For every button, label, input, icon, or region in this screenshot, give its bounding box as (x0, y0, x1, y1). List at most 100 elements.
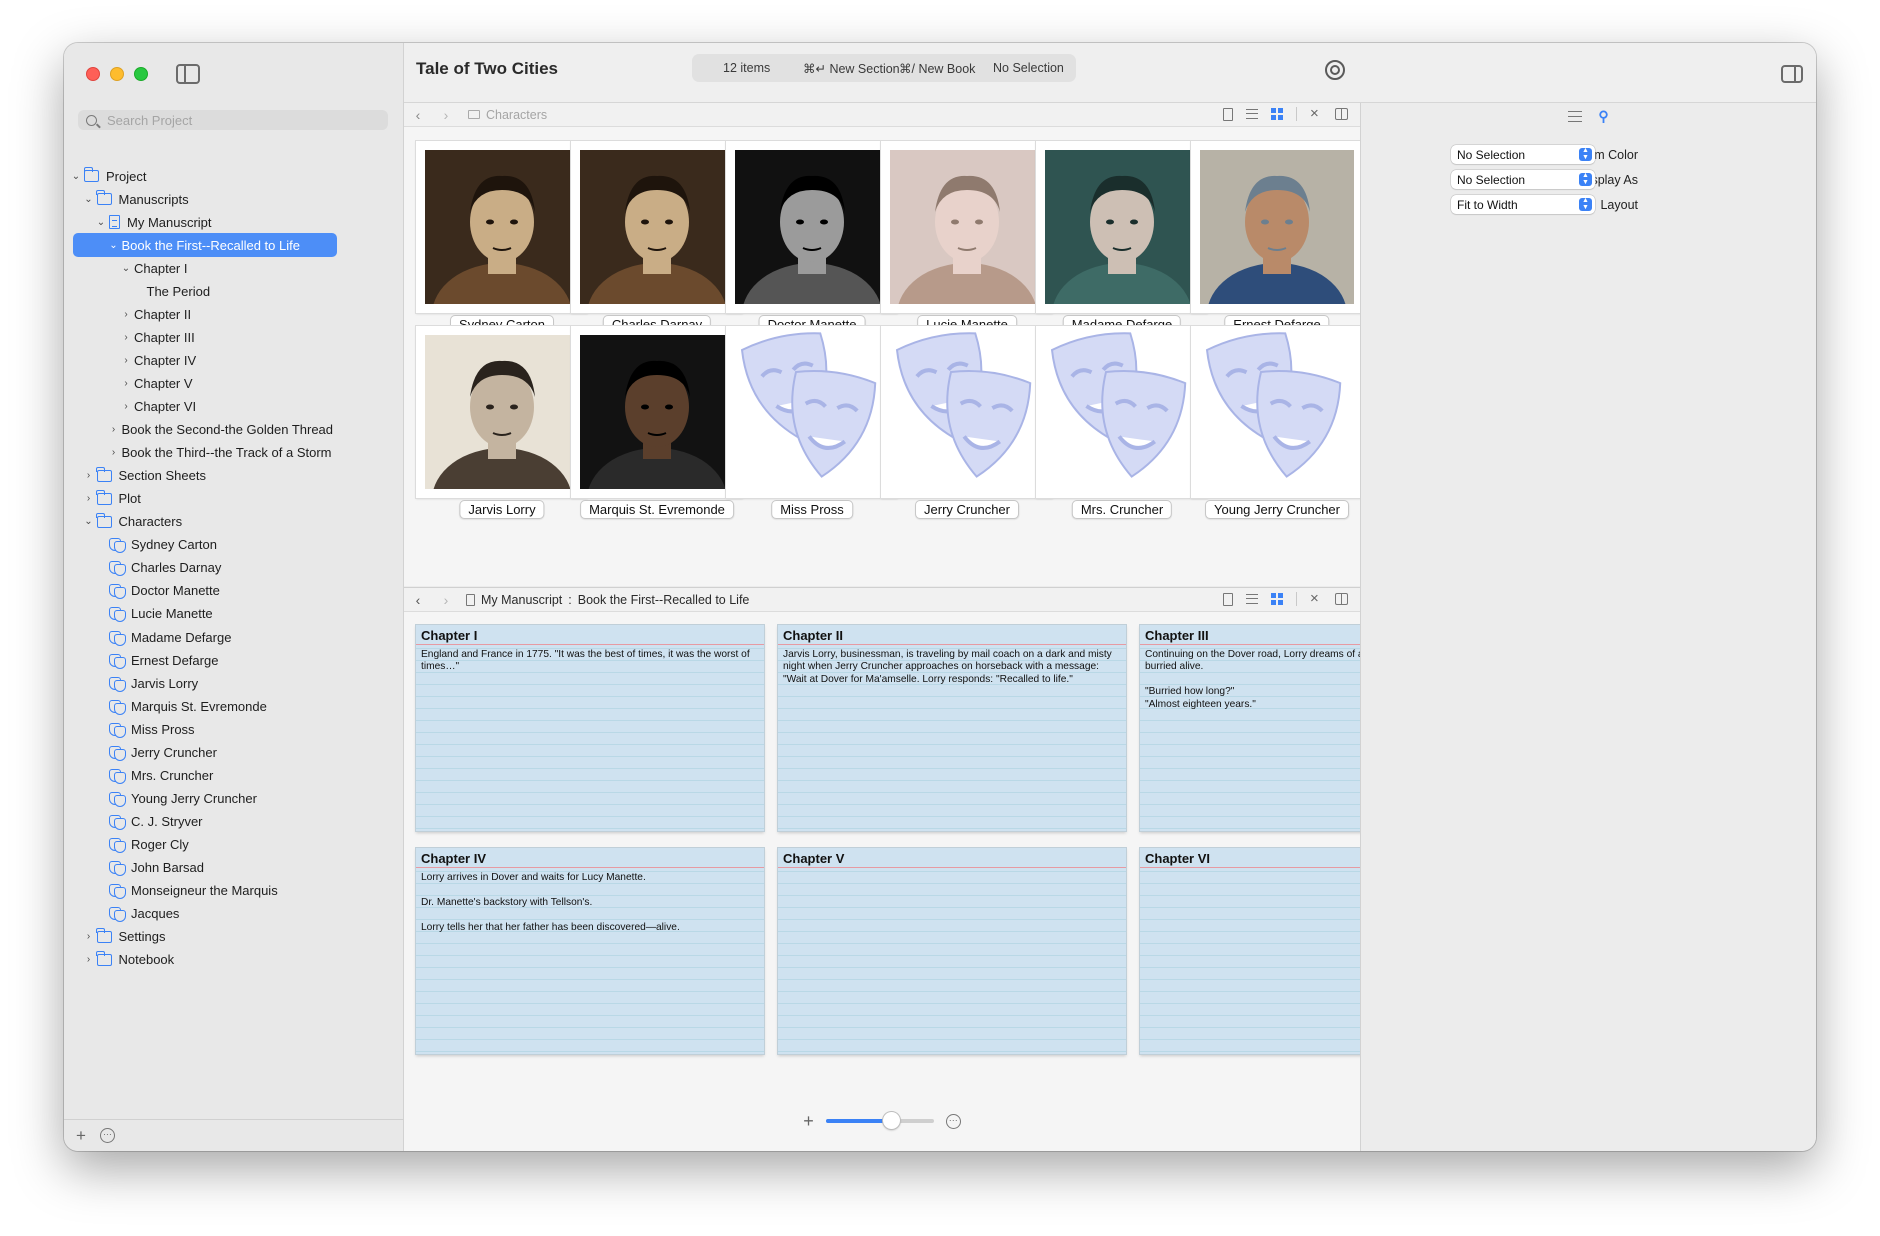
binder-item[interactable]: Young Jerry Cruncher (95, 786, 257, 810)
binder-item[interactable]: › Chapter V (120, 371, 192, 395)
inspector-toggle-icon[interactable] (1781, 65, 1803, 83)
item-color-select[interactable]: No Selection ▲ ▼ (1451, 145, 1595, 164)
layout-select[interactable]: Fit to Width ▲ ▼ (1451, 195, 1595, 214)
zoom-window-button[interactable] (134, 67, 148, 81)
new-section-shortcut[interactable]: ⌘↵ New Section (803, 61, 900, 76)
binder-item[interactable]: Jarvis Lorry (95, 671, 198, 695)
binder-item[interactable]: ⌄ My Manuscript (95, 210, 212, 234)
chevron-down-icon[interactable]: ⌄ (108, 240, 120, 251)
more-options-icon[interactable]: ··· (99, 1128, 115, 1143)
binder-item[interactable]: Madame Defarge (95, 625, 231, 649)
outline-view-icon[interactable] (1246, 594, 1258, 604)
sidebar-toggle-icon[interactable] (176, 64, 200, 84)
binder-item[interactable]: ⌄ Project (70, 164, 146, 188)
card-size-slider[interactable] (825, 1112, 934, 1129)
breadcrumb[interactable]: Characters (486, 108, 547, 122)
character-card[interactable]: Ernest Defarge (1191, 141, 1363, 367)
chevron-right-icon[interactable]: › (83, 954, 95, 965)
character-card[interactable]: Madame Defarge (1036, 141, 1208, 367)
chevron-right-icon[interactable]: › (108, 447, 120, 458)
breadcrumb-current[interactable]: Book the First--Recalled to Life (578, 593, 750, 607)
character-card[interactable]: Lucie Manette (881, 141, 1053, 367)
character-card[interactable]: Miss Pross (726, 326, 898, 519)
chevron-right-icon[interactable]: › (120, 309, 132, 320)
binder-item[interactable]: Lucie Manette (95, 602, 213, 626)
binder-item[interactable]: ⌄ Chapter I (120, 256, 188, 280)
settings-sliders-icon[interactable] (1568, 110, 1583, 122)
chevron-right-icon[interactable]: › (120, 332, 132, 343)
binder-item[interactable]: › Settings (83, 925, 165, 949)
character-card[interactable]: Doctor Manette (726, 141, 898, 367)
binder-item[interactable]: Jerry Cruncher (95, 740, 217, 764)
split-pane-icon[interactable] (1335, 593, 1348, 605)
slider-knob[interactable] (882, 1112, 900, 1129)
binder-item[interactable]: › Chapter IV (120, 348, 196, 372)
binder-item[interactable]: Charles Darnay (95, 556, 221, 580)
binder-item[interactable]: Miss Pross (95, 717, 195, 741)
breadcrumb-parent[interactable]: My Manuscript (481, 593, 562, 607)
chevron-right-icon[interactable]: › (83, 931, 95, 942)
back-icon[interactable]: ‹ (404, 107, 432, 123)
binder-item[interactable]: Marquis St. Evremonde (95, 694, 267, 718)
character-card[interactable]: Jarvis Lorry (416, 326, 588, 552)
binder-item[interactable]: The Period (133, 279, 211, 303)
corkboard-view-icon[interactable] (1271, 108, 1283, 120)
split-pane-icon[interactable] (1335, 108, 1348, 120)
binder-item[interactable]: › Plot (83, 487, 141, 511)
character-card[interactable]: Mrs. Cruncher (1036, 326, 1208, 519)
back-icon[interactable]: ‹ (404, 592, 432, 608)
chevron-down-icon[interactable]: ⌄ (120, 263, 132, 274)
chevron-right-icon[interactable]: › (120, 378, 132, 389)
binder-item[interactable]: ⌄ Book the First--Recalled to Life (73, 233, 337, 258)
close-window-button[interactable] (86, 67, 100, 81)
binder-item[interactable]: ⌄ Characters (83, 510, 182, 534)
more-options-icon[interactable]: ··· (945, 1113, 961, 1129)
pin-icon[interactable]: ⚲ (1598, 108, 1608, 125)
add-card-icon[interactable]: + (803, 1111, 814, 1132)
index-card[interactable]: Chapter IV Lorry arrives in Dover and wai… (416, 848, 764, 1054)
binder-item[interactable]: Monseigneur the Marquis (95, 879, 278, 903)
binder-item[interactable]: John Barsad (95, 856, 204, 880)
chevron-down-icon[interactable]: ⌄ (70, 171, 82, 182)
outline-view-icon[interactable] (1246, 109, 1258, 119)
project-targets-icon[interactable] (1325, 60, 1345, 80)
character-card[interactable]: Jerry Cruncher (881, 326, 1053, 519)
index-card[interactable]: Chapter I England and France in 1775. "It… (416, 625, 764, 831)
binder-item[interactable]: Mrs. Cruncher (95, 763, 213, 787)
chevron-right-icon[interactable]: › (83, 493, 95, 504)
minimize-window-button[interactable] (110, 67, 124, 81)
index-card[interactable]: Chapter V (778, 848, 1126, 1054)
document-view-icon[interactable] (1223, 107, 1233, 121)
character-card[interactable]: Sydney Carton (416, 141, 588, 367)
close-pane-icon[interactable]: × (1310, 591, 1322, 606)
display-as-select[interactable]: No Selection ▲ ▼ (1451, 170, 1595, 189)
binder-item[interactable]: ⌄ Manuscripts (83, 187, 189, 211)
chevron-down-icon[interactable]: ⌄ (95, 217, 107, 228)
binder-item[interactable]: Roger Cly (95, 832, 189, 856)
forward-icon[interactable]: › (432, 107, 460, 123)
chevron-down-icon[interactable]: ⌄ (83, 516, 95, 527)
index-card[interactable]: Chapter II Jarvis Lorry, businessman, is … (778, 625, 1126, 831)
binder-item[interactable]: Sydney Carton (95, 533, 217, 557)
binder-item[interactable]: Jacques (95, 902, 179, 926)
chevron-right-icon[interactable]: › (108, 424, 120, 435)
add-item-icon[interactable]: + (76, 1126, 86, 1146)
binder-item[interactable]: › Chapter II (120, 302, 191, 326)
search-input[interactable]: Search Project (78, 110, 388, 130)
forward-icon[interactable]: › (432, 592, 460, 608)
chevron-right-icon[interactable]: › (120, 355, 132, 366)
new-book-shortcut[interactable]: ⌘/ New Book (899, 61, 975, 76)
character-card[interactable]: Marquis St. Evremonde (571, 326, 743, 552)
close-pane-icon[interactable]: × (1310, 106, 1322, 121)
corkboard-view-icon[interactable] (1271, 593, 1283, 605)
binder-item[interactable]: C. J. Stryver (95, 809, 203, 833)
chevron-right-icon[interactable]: › (83, 470, 95, 481)
chevron-down-icon[interactable]: ⌄ (83, 194, 95, 205)
binder-item[interactable]: › Chapter III (120, 325, 194, 349)
character-card[interactable]: Charles Darnay (571, 141, 743, 367)
binder-item[interactable]: › Book the Second-the Golden Thread (108, 418, 333, 442)
document-view-icon[interactable] (1223, 592, 1233, 606)
binder-item[interactable]: Ernest Defarge (95, 648, 218, 672)
character-card[interactable]: Young Jerry Cruncher (1191, 326, 1363, 519)
binder-item[interactable]: › Notebook (83, 948, 174, 972)
